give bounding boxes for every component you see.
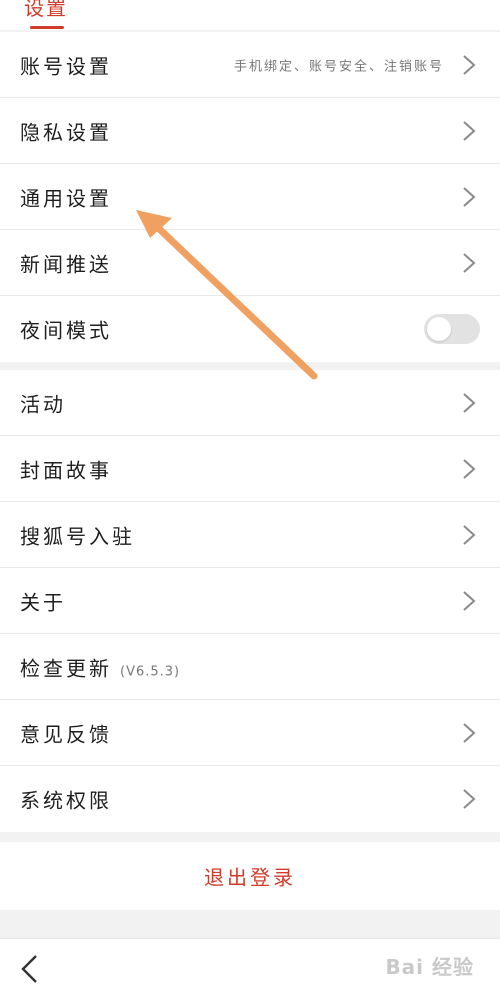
row-label: 通用设置 <box>20 186 112 210</box>
row-label: 意见反馈 <box>20 722 112 746</box>
settings-group-account: 账号设置 手机绑定、账号安全、注销账号 隐私设置 通用设置 新闻推送 夜间模式 <box>0 32 500 362</box>
row-label: 检查更新 (V6.5.3) <box>20 652 180 681</box>
settings-row-about[interactable]: 关于 <box>0 568 500 634</box>
row-label: 系统权限 <box>20 788 112 813</box>
chevron-right-icon <box>463 120 476 141</box>
logout-label: 退出登录 <box>204 865 296 890</box>
settings-row-night-mode: 夜间模式 <box>0 296 500 362</box>
chevron-right-icon <box>463 458 476 479</box>
toggle-knob <box>427 317 451 341</box>
row-label: 账号设置 <box>20 54 112 78</box>
chevron-right-icon <box>463 789 476 809</box>
chevron-right-icon <box>463 252 476 273</box>
settings-row-check-update[interactable]: 检查更新 (V6.5.3) <box>0 634 500 700</box>
watermark-logo: Bai 经验 <box>385 955 474 979</box>
account-subtitle: 手机绑定、账号安全、注销账号 <box>233 59 444 74</box>
active-tab-indicator <box>30 26 64 29</box>
chevron-right-icon <box>463 590 476 611</box>
row-label: 活动 <box>20 392 66 416</box>
page-header: 设置 <box>0 0 500 30</box>
bottom-nav-bar: Bai 经验 <box>0 938 500 998</box>
chevron-right-icon <box>463 392 476 413</box>
logout-button[interactable]: 退出登录 <box>0 842 500 910</box>
settings-row-privacy[interactable]: 隐私设置 <box>0 98 500 164</box>
chevron-right-icon <box>463 186 476 207</box>
check-update-label: 检查更新 <box>20 656 112 680</box>
settings-row-activity[interactable]: 活动 <box>0 370 500 436</box>
settings-row-cover-story[interactable]: 封面故事 <box>0 436 500 502</box>
chevron-right-icon <box>463 722 476 743</box>
settings-row-account[interactable]: 账号设置 手机绑定、账号安全、注销账号 <box>0 32 500 98</box>
chevron-right-icon <box>463 524 476 545</box>
row-label: 新闻推送 <box>20 252 112 276</box>
row-label: 关于 <box>20 590 66 614</box>
settings-group-misc: 活动 封面故事 搜狐号入驻 关于 检查更新 (V6.5.3) 意见反馈 系统权限 <box>0 370 500 832</box>
version-text: (V6.5.3) <box>120 664 181 679</box>
settings-row-permissions[interactable]: 系统权限 <box>0 766 500 832</box>
row-label: 封面故事 <box>20 458 112 482</box>
settings-row-sohu-account[interactable]: 搜狐号入驻 <box>0 502 500 568</box>
settings-row-general[interactable]: 通用设置 <box>0 164 500 230</box>
settings-row-feedback[interactable]: 意见反馈 <box>0 700 500 766</box>
chevron-right-icon <box>463 54 476 75</box>
row-label: 搜狐号入驻 <box>20 524 135 548</box>
back-arrow-icon[interactable] <box>18 953 40 985</box>
night-mode-toggle[interactable] <box>424 314 480 344</box>
row-label: 夜间模式 <box>20 318 112 343</box>
settings-row-news-push[interactable]: 新闻推送 <box>0 230 500 296</box>
row-label: 隐私设置 <box>20 120 112 144</box>
page-title: 设置 <box>24 0 68 20</box>
